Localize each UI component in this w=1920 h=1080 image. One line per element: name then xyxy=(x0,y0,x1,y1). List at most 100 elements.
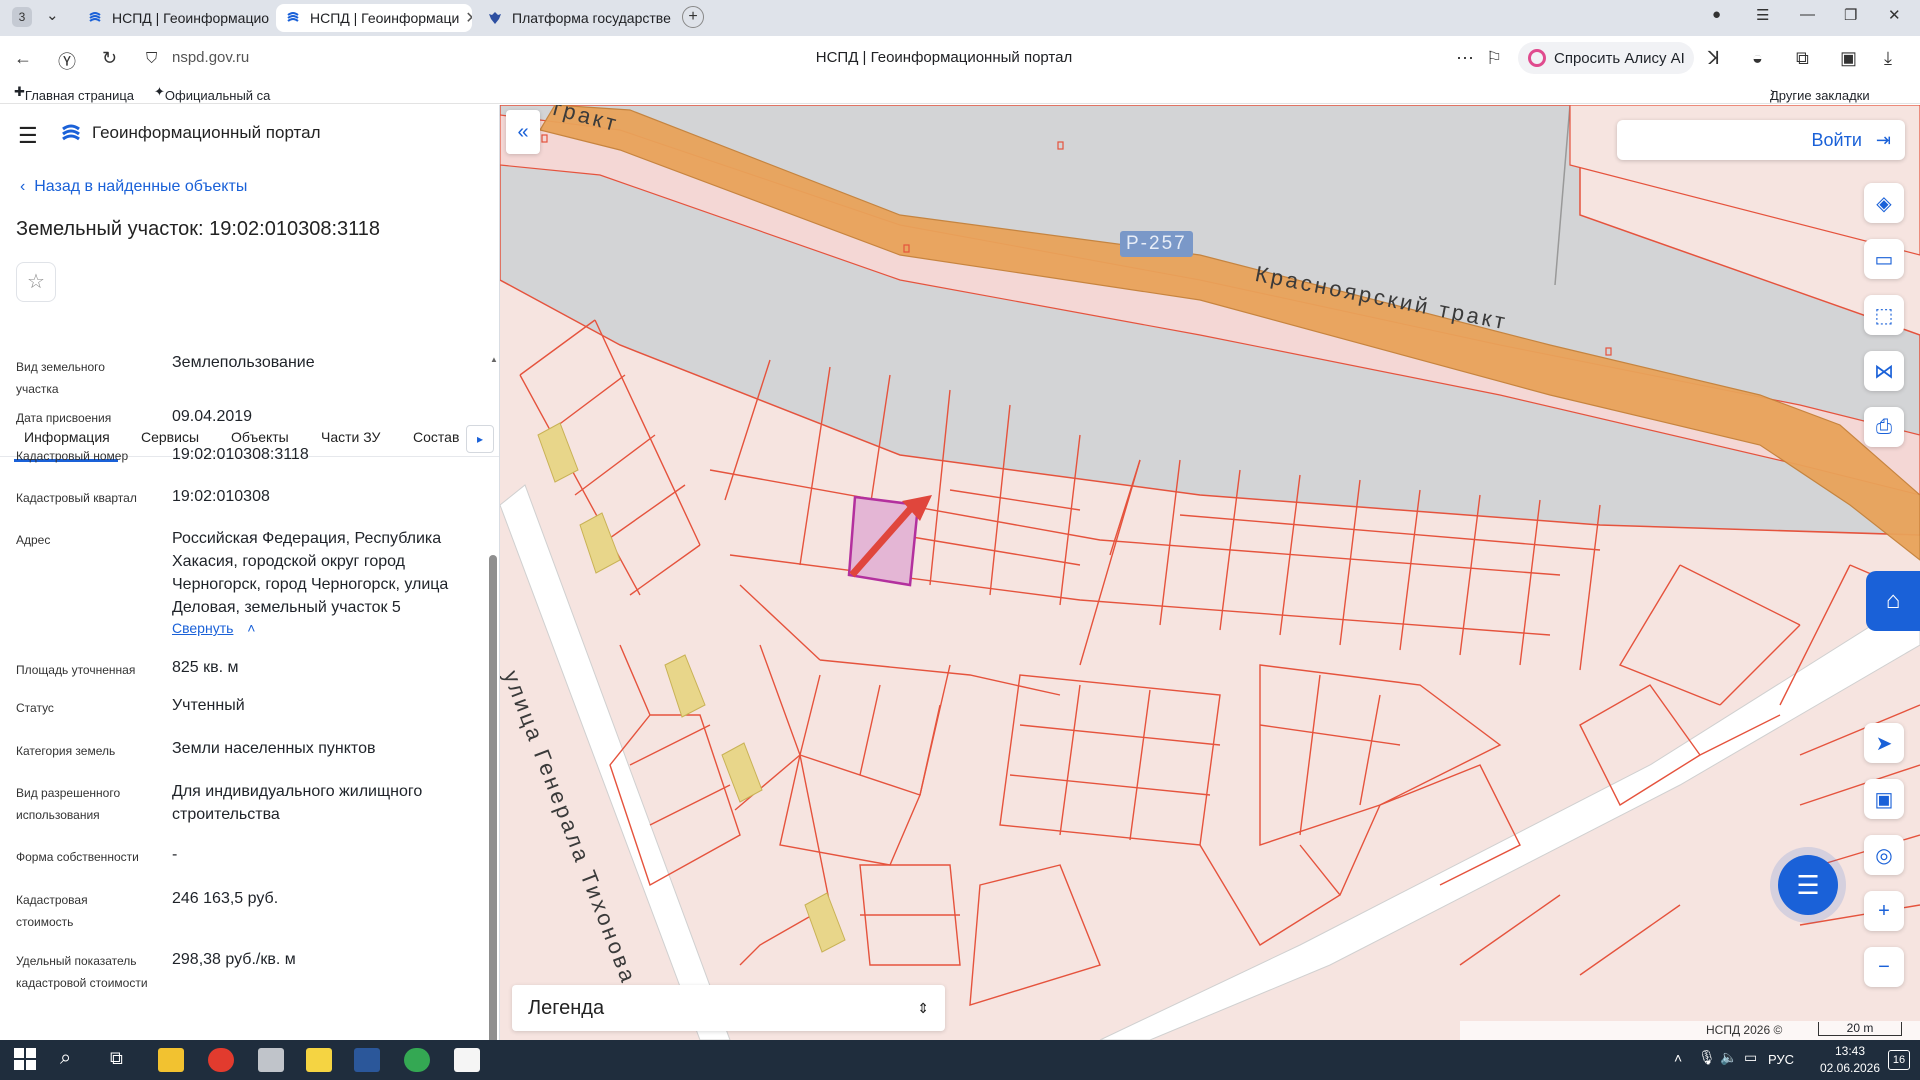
tray-chevron-icon[interactable]: ˄ xyxy=(1674,1050,1682,1066)
collapse-panel-icon[interactable]: « xyxy=(506,110,540,154)
panel-scrollbar[interactable]: ▲ xyxy=(488,355,498,1040)
collapse-link[interactable]: Свернуть ˄ xyxy=(172,620,255,636)
microphone-icon[interactable]: 🎙 xyxy=(1698,1049,1716,1066)
print-icon[interactable]: ⎙ xyxy=(1864,407,1904,447)
share-icon[interactable]: ⋈ xyxy=(1864,351,1904,391)
scrollbar-thumb[interactable] xyxy=(489,555,497,1040)
tab-nspd-2[interactable]: НСПД | Геоинформаци ✕ xyxy=(276,4,472,32)
chevron-up-icon: ˄ xyxy=(247,620,256,636)
bookmark-official[interactable]: ✦ Официальный са xyxy=(154,84,270,103)
bookmark-home[interactable]: ✚ Главная страница xyxy=(14,84,134,103)
shield-icon[interactable]: ⛉ xyxy=(146,50,157,67)
login-icon: ⇥ xyxy=(1875,129,1891,150)
zoom-out-icon[interactable]: − xyxy=(1864,947,1904,987)
bookmark-label: Главная страница xyxy=(24,88,135,103)
layers-icon[interactable]: ◈ xyxy=(1864,183,1904,223)
bookmark-label: Официальный са xyxy=(164,88,271,103)
area-select-icon[interactable]: ⬚ xyxy=(1864,295,1904,335)
row-label: Дата присвоения xyxy=(16,411,112,425)
extension-k-icon[interactable]: ꓘ xyxy=(1708,48,1720,69)
row-value: Российская Федерация, Республика Хакасия… xyxy=(172,530,449,616)
yandex-browser-icon[interactable] xyxy=(208,1048,234,1072)
row-label: Вид земельного участка xyxy=(16,360,105,396)
portal-logo-icon xyxy=(62,124,80,141)
hamburger-menu-icon[interactable]: ☰ xyxy=(18,123,38,149)
scroll-up-icon[interactable]: ▲ xyxy=(490,355,498,364)
row-value: 246 163,5 руб. xyxy=(172,890,279,907)
profile-icon[interactable]: ● xyxy=(1712,6,1721,23)
hat-icon[interactable]: ◒ xyxy=(1752,48,1763,69)
map-canvas[interactable]: тракт Р-257 Красноярский тракт улица Ген… xyxy=(500,105,1920,1040)
notifications-badge[interactable]: 16 xyxy=(1888,1050,1910,1070)
row-label: Статус xyxy=(16,701,54,715)
close-tab-icon[interactable]: ✕ xyxy=(459,8,472,28)
zoom-in-icon[interactable]: + xyxy=(1864,891,1904,931)
volume-icon[interactable]: 🔈 xyxy=(1720,1049,1737,1066)
network-icon[interactable]: ▭ xyxy=(1744,1049,1757,1066)
alice-button-label: Спросить Алису AI xyxy=(1554,49,1685,67)
tab-nspd-1[interactable]: НСПД | Геоинформацион xyxy=(78,4,270,32)
login-button-label: Войти xyxy=(1811,129,1862,150)
gov-emblem-icon xyxy=(489,12,501,24)
login-button[interactable]: Войти ⇥ xyxy=(1617,120,1905,160)
minimize-icon[interactable]: — xyxy=(1800,6,1815,23)
tab-counter[interactable]: 3 xyxy=(12,7,32,27)
row-label: Площадь уточненная xyxy=(16,663,136,677)
minimap-icon[interactable]: ▣ xyxy=(1864,779,1904,819)
word-icon[interactable] xyxy=(354,1048,380,1072)
cadastral-map xyxy=(500,105,1920,1040)
info-panel: ☰ Геоинформационный портал ‹ Назад в най… xyxy=(0,105,500,1040)
row-value: 19:02:010308:3118 xyxy=(172,446,309,463)
tab-gosuslugi[interactable]: Платформа государстве xyxy=(478,4,674,32)
other-bookmarks-label: Другие закладки xyxy=(1770,88,1870,103)
collections-icon[interactable]: ▣ xyxy=(1840,48,1857,69)
back-link[interactable]: ‹ Назад в найденные объекты xyxy=(20,178,247,196)
file-explorer-icon[interactable] xyxy=(158,1048,184,1072)
info-rows: Вид земельного участка Землепользование … xyxy=(0,355,488,1040)
notes-app-icon[interactable] xyxy=(306,1048,332,1072)
task-view-icon[interactable]: ⧉ xyxy=(110,1048,123,1069)
new-tab-icon[interactable]: + xyxy=(682,6,704,28)
close-window-icon[interactable]: ✕ xyxy=(1888,6,1901,24)
scale-bar: 20 m xyxy=(1818,1022,1902,1036)
url-text[interactable]: nspd.gov.ru xyxy=(172,49,249,66)
chrome-icon[interactable] xyxy=(404,1048,430,1072)
puzzle-icon[interactable]: ⧉ xyxy=(1796,48,1809,69)
download-icon[interactable]: ⤓ xyxy=(1884,48,1892,69)
search-icon[interactable]: ⌕ xyxy=(60,1047,71,1070)
tab-label: НСПД | Геоинформацион xyxy=(112,10,270,26)
expand-icon: ⇕ xyxy=(917,999,929,1016)
taskbar: ⌕ ⧉ ˄ 🎙 🔈 ▭ РУС 13:43 02.06.2026 16 xyxy=(0,1040,1920,1080)
clock-time[interactable]: 13:43 xyxy=(1818,1044,1882,1058)
bookmarks-bar: ✚ Главная страница ✦ Официальный са Друг… xyxy=(0,80,1920,104)
more-icon[interactable]: ⋯ xyxy=(1456,48,1474,69)
geolocation-icon[interactable]: ➤ xyxy=(1864,723,1904,763)
row-label: Категория земель xyxy=(16,744,116,758)
clock-date[interactable]: 02.06.2026 xyxy=(1808,1061,1892,1075)
notepad-icon[interactable] xyxy=(454,1048,480,1072)
other-bookmarks[interactable]: Другие закладки › xyxy=(1770,84,1870,103)
tabs-dropdown-icon[interactable]: ⌄ xyxy=(46,6,59,24)
road-badge: Р-257 xyxy=(1120,231,1193,257)
back-link-label: Назад в найденные объекты xyxy=(34,178,248,195)
address-bar: ← Ⓨ ↻ ⛉ nspd.gov.ru НСПД | Геоинформацио… xyxy=(0,36,1920,80)
back-arrow-icon[interactable]: ← xyxy=(14,48,32,69)
language-indicator[interactable]: РУС xyxy=(1768,1052,1794,1067)
legend-button[interactable]: Легенда ⇕ xyxy=(512,985,945,1031)
favorite-star-icon[interactable]: ☆ xyxy=(16,262,56,302)
yandex-icon[interactable]: Ⓨ xyxy=(58,48,76,74)
row-value: Для индивидуального жилищного строительс… xyxy=(172,783,423,823)
ruler-icon[interactable]: ▭ xyxy=(1864,239,1904,279)
reload-icon[interactable]: ↻ xyxy=(102,48,117,69)
search-location-icon[interactable]: ◎ xyxy=(1864,835,1904,875)
feedback-icon[interactable]: ⌂ xyxy=(1866,571,1920,631)
chat-icon[interactable]: ☰ xyxy=(1778,855,1838,915)
bookmark-icon[interactable]: ⚐ xyxy=(1486,48,1502,69)
menu-icon[interactable]: ☰ xyxy=(1756,6,1769,24)
brush-app-icon[interactable] xyxy=(258,1048,284,1072)
windows-start-icon[interactable] xyxy=(14,1048,36,1070)
alice-button[interactable]: Спросить Алису AI xyxy=(1518,42,1694,74)
collapse-link-label: Свернуть xyxy=(172,620,234,636)
row-label: Вид разрешенного использования xyxy=(16,786,121,822)
restore-icon[interactable]: ❐ xyxy=(1844,6,1857,24)
